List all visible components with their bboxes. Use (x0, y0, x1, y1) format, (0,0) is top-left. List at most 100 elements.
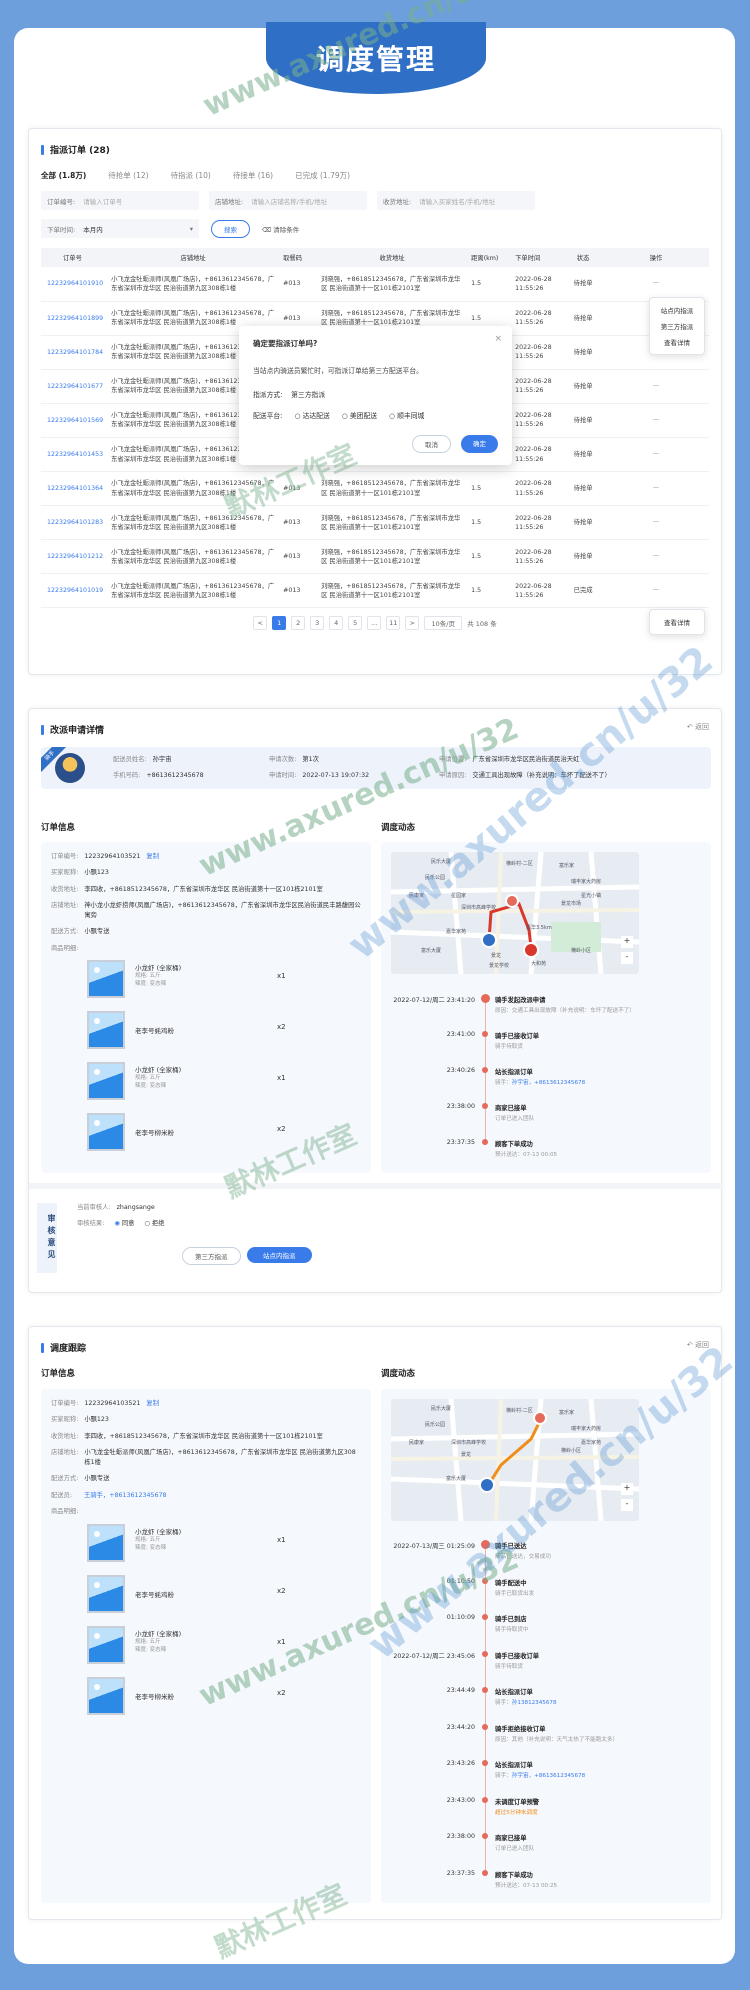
order-field-value: 小飘123 (84, 1416, 109, 1424)
order-id-cell[interactable]: 12232964101899 (41, 301, 108, 336)
op-cell[interactable]: ··· (603, 403, 709, 438)
order-id-cell[interactable]: 12232964101283 (41, 505, 108, 541)
search-button[interactable]: 搜索 (211, 219, 250, 238)
timeline-time: 23:40:26 (446, 1067, 475, 1074)
rider-phone-label: 手机号码: (113, 772, 141, 779)
order-field-link[interactable]: 复制 (146, 852, 159, 861)
image-placeholder-icon (87, 1574, 125, 1613)
page-next[interactable]: > (405, 616, 420, 631)
goods-flavor: 辣度: 变态辣 (135, 1646, 167, 1653)
timeline-desc: 骑手已取货出发 (495, 1589, 695, 1597)
tab-all[interactable]: 全部 (1.8万) (41, 170, 86, 181)
page-size-select[interactable]: 10条/页 (424, 616, 463, 631)
order-field-link[interactable]: 王骑手，+8613612345678 (84, 1491, 167, 1500)
timeline-warning: 超过5分钟未调度 (495, 1809, 538, 1816)
tab-done[interactable]: 已完成 (1.79万) (295, 170, 350, 181)
op-cell[interactable]: ··· (603, 437, 709, 473)
orders-card: 指派订单 (28) 全部 (1.8万) 待抢单 (12) 待指派 (10) 待接… (28, 128, 722, 675)
order-id-cell[interactable]: 12232964101569 (41, 403, 108, 438)
map-label: 富乐大厦 (446, 1476, 467, 1482)
menu-assign-site[interactable]: 站点内指派 (650, 302, 704, 318)
trace-order-panel: 订单编号: 12232964103521 复制 买家昵称: 小飘123 收货地址: 李四收，… (41, 1389, 371, 1903)
receive-address-input[interactable]: 收货地址: 请输入买家姓名/手机/地址 (377, 191, 535, 210)
radio-reject[interactable]: ○ 拒绝 (144, 1219, 164, 1228)
modal-cancel-button[interactable]: 取消 (412, 435, 451, 453)
order-id-cell[interactable]: 12232964101019 (41, 573, 108, 609)
op-cell[interactable]: ··· (603, 505, 709, 541)
order-field-link[interactable]: 复制 (146, 1399, 159, 1408)
op-cell[interactable]: ··· (603, 573, 709, 609)
map-label: 民康家 (409, 1440, 425, 1446)
timeline-link[interactable]: 孙13812345678 (512, 1700, 557, 1706)
page-1[interactable]: 1 (272, 616, 287, 631)
timeline-link[interactable]: 孙宇宙，+8613612345678 (512, 1773, 585, 1779)
order-id-cell[interactable]: 12232964101677 (41, 369, 108, 404)
goods-flavor: 辣度: 变态辣 (135, 1083, 167, 1090)
timeline-desc-text: 骑手： (495, 1773, 512, 1779)
radio-agree[interactable]: ◉ 同意 (114, 1219, 134, 1228)
op-cell[interactable]: ··· (603, 267, 709, 302)
radio-meituan[interactable]: ○ 美团配送 (342, 410, 377, 420)
order-id-cell[interactable]: 12232964101784 (41, 335, 108, 370)
menu-view-detail-2[interactable]: 查看详情 (650, 614, 704, 630)
order-id-cell[interactable]: 12232964101453 (41, 437, 108, 473)
timeline-dot-icon (482, 1650, 488, 1657)
menu-view-detail[interactable]: 查看详情 (650, 334, 704, 350)
op-cell[interactable]: ··· (603, 539, 709, 575)
page-3[interactable]: 3 (310, 616, 325, 631)
page-5[interactable]: 5 (348, 616, 363, 631)
order-field: 买家昵称: 小飘123 (51, 1415, 361, 1424)
page-prev[interactable]: < (253, 616, 268, 631)
page-11[interactable]: 11 (386, 616, 401, 631)
addr-cell: 刘晓强，+8618512345678，广东省深圳市龙华区 民治街道第十一区101… (317, 505, 468, 541)
menu-assign-third[interactable]: 第三方指派 (650, 318, 704, 334)
page-2[interactable]: 2 (291, 616, 306, 631)
radio-sf[interactable]: ○ 顺丰同城 (389, 410, 424, 420)
timeline-desc: 骑手：孙宇宙，+8613612345678 (495, 1771, 695, 1779)
order-id-cell[interactable]: 12232964101364 (41, 471, 108, 507)
order-id-input[interactable]: 订单编号: 请输入订单号 (41, 191, 199, 210)
close-icon[interactable]: × (494, 334, 502, 344)
op-cell[interactable]: ··· (603, 369, 709, 404)
order-time-select[interactable]: 下单时间: 本月内 ▾ (41, 219, 199, 238)
map-label: 横岭村-二区 (506, 861, 533, 867)
goods-name: 小龙虾 (全家桶) (135, 1527, 182, 1536)
shop-address-input[interactable]: 店铺地址: 请输入店铺名称/手机/地址 (209, 191, 367, 210)
goods-info: 老李号柳米粉 (135, 1113, 174, 1137)
timeline-time: 23:43:00 (446, 1796, 475, 1804)
back-button[interactable]: ↶ 返回 (687, 722, 709, 732)
status-cell: 待抢单 (563, 335, 604, 370)
goods-item: 小龙虾 (全家桶) 规格: 五斤 辣度: 变态辣 x1 (87, 1523, 361, 1575)
clear-filter-button[interactable]: ⌫ 清除条件 (262, 224, 299, 234)
page-4[interactable]: 4 (329, 616, 344, 631)
site-assign-button[interactable]: 站点内指派 (247, 1247, 312, 1263)
rider-phone: 手机号码: +8613612345678 (113, 771, 204, 780)
goods-item: 老李号柳米粉 x2 (87, 1676, 361, 1728)
rider-name-value[interactable]: 孙宇宙 (153, 755, 172, 764)
order-id-cell[interactable]: 12232964101910 (41, 267, 108, 302)
order-id-cell[interactable]: 12232964101212 (41, 539, 108, 575)
timeline-time: 23:37:35 (446, 1139, 475, 1146)
map-label: 富乐大厦 (421, 948, 442, 954)
zoom-in-icon[interactable]: + (621, 1483, 633, 1495)
zoom-out-icon[interactable]: - (621, 952, 633, 964)
status-cell: 待抢单 (563, 403, 604, 438)
goods-name: 老李号柳米粉 (135, 1692, 174, 1701)
modal-ok-button[interactable]: 确定 (461, 435, 498, 453)
goods-info: 小龙虾 (全家桶) 规格: 五斤 辣度: 变态辣 (135, 960, 181, 989)
tab-pending-accept[interactable]: 待接单 (16) (233, 170, 273, 181)
table-header: 订单号 店铺地址 取餐码 收货地址 距离(km) 下单时间 状态 操作 (41, 248, 709, 267)
zoom-in-icon[interactable]: + (621, 936, 633, 948)
radio-dada[interactable]: ○ 达达配送 (294, 410, 329, 420)
order-field: 店铺地址: 小飞龙金牡蛎派师(风凰广场店)，+8613612345678，广东省深… (51, 1448, 361, 1467)
shop-pin-icon (479, 1477, 495, 1493)
status-cell: 待抢单 (563, 301, 604, 336)
tab-pending-assign[interactable]: 待指派 (10) (171, 170, 211, 181)
status-cell: 待抢单 (563, 505, 604, 541)
zoom-out-icon[interactable]: - (621, 1499, 633, 1511)
timeline-link[interactable]: 孙宇宙，+8613612345678 (512, 1080, 585, 1086)
op-cell[interactable]: ··· (603, 471, 709, 507)
time-cell: 2022-06-28 11:55:26 (511, 301, 564, 336)
third-party-assign-button[interactable]: 第三方指派 (182, 1247, 241, 1265)
tab-pending-grab[interactable]: 待抢单 (12) (108, 170, 148, 181)
